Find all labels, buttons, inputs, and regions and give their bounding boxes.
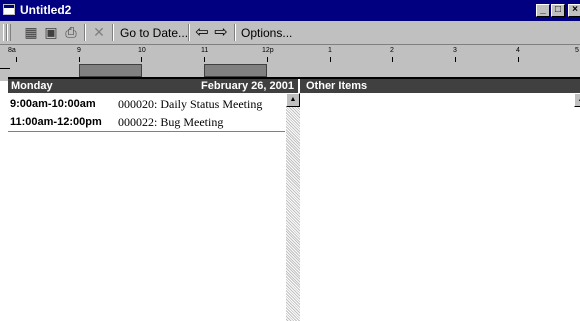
day-name: Monday [11, 80, 53, 92]
tick-label: 8a [8, 47, 16, 54]
back-arrow-icon[interactable]: ⇦ [193, 24, 211, 41]
save-icon[interactable]: ▣ [42, 24, 60, 41]
tick-label: 3 [453, 47, 457, 54]
app-icon [3, 4, 15, 15]
busy-block[interactable] [79, 64, 142, 77]
appointment-time: 9:00am-10:00am [10, 98, 96, 110]
options-button[interactable]: Options... [241, 26, 292, 40]
toolbar-separator [84, 24, 86, 41]
scroll-up-button[interactable]: ▲ [286, 93, 300, 107]
ruler-tick [330, 57, 331, 62]
tick-label: 1 [328, 47, 332, 54]
appointment-row[interactable]: 9:00am-10:00am 000020: Daily Status Meet… [8, 96, 286, 113]
tick-label: 10 [138, 47, 146, 54]
time-ruler[interactable]: 8a 9 10 11 12p 1 2 3 4 5 [0, 45, 580, 63]
calendar-icon[interactable]: ▦ [22, 24, 40, 41]
close-button[interactable]: × [568, 4, 580, 17]
delete-icon[interactable]: ✕ [90, 24, 108, 41]
toolbar-separator [112, 24, 114, 41]
minimize-button[interactable]: _ [536, 4, 550, 17]
ruler-tick [141, 57, 142, 62]
time-indicator-line [0, 68, 10, 69]
time-bar[interactable]: 8a 9 10 11 12p 1 2 3 4 5 [0, 45, 580, 81]
day-view-pane: Monday February 26, 2001 9:00am-10:00am … [8, 79, 300, 321]
day-view-scrollbar[interactable]: ▲ [286, 93, 300, 321]
forward-arrow-icon[interactable]: ⇨ [212, 24, 230, 41]
maximize-button[interactable]: □ [551, 4, 565, 17]
ruler-tick [455, 57, 456, 62]
appointment-time: 11:00am-12:00pm [10, 116, 102, 128]
tick-label: 2 [390, 47, 394, 54]
appointment-row[interactable]: 11:00am-12:00pm 000022: Bug Meeting [8, 114, 286, 131]
toolbar-separator [188, 24, 190, 41]
appointment-subject[interactable]: 000022: Bug Meeting [118, 114, 223, 131]
toolbar: ▦ ▣ ⎙ ✕ Go to Date... ⇦ ⇨ Options... [0, 21, 580, 45]
other-items-pane: Other Items ▲ [300, 79, 580, 321]
tick-label: 5 [575, 47, 579, 54]
tick-label: 9 [77, 47, 81, 54]
other-items-scroll-up-button[interactable]: ▲ [574, 93, 580, 107]
go-to-date-button[interactable]: Go to Date... [120, 26, 188, 40]
ruler-tick [16, 57, 17, 62]
toolbar-separator [234, 24, 236, 41]
tick-label: 4 [516, 47, 520, 54]
window-title: Untitled2 [20, 3, 72, 17]
busy-block[interactable] [204, 64, 267, 77]
ruler-tick [518, 57, 519, 62]
print-icon[interactable]: ⎙ [62, 24, 80, 41]
ruler-tick [79, 57, 80, 62]
title-bar: Untitled2 _ □ × [0, 0, 580, 21]
other-items-header: Other Items [300, 79, 580, 93]
ruler-tick [204, 57, 205, 62]
day-date: February 26, 2001 [201, 80, 294, 92]
tick-label: 12p [262, 47, 274, 54]
ruler-tick [392, 57, 393, 62]
ruler-tick [267, 57, 268, 62]
row-divider [8, 131, 285, 132]
tick-label: 11 [201, 47, 209, 54]
other-items-title: Other Items [306, 80, 368, 92]
day-header: Monday February 26, 2001 [8, 79, 298, 93]
appointment-subject[interactable]: 000020: Daily Status Meeting [118, 96, 262, 113]
toolbar-grip-2[interactable] [7, 24, 11, 41]
